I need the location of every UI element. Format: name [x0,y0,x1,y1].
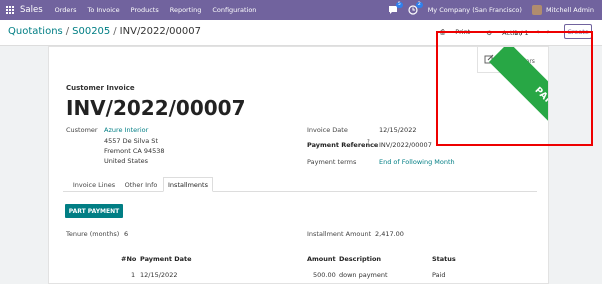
address-line1: 4557 De Silva St [104,137,158,145]
activity-count-badge: 2 [415,2,423,8]
invoice-date-value[interactable]: 12/15/2022 [379,126,416,134]
part-payment-button[interactable]: PART PAYMENT [65,204,123,218]
notebook-tabs: Invoice Lines Other Info Installments [63,177,537,192]
top-navbar: Sales Orders To Invoice Products Reporti… [0,0,602,20]
menu-configuration[interactable]: Configuration [212,6,256,14]
column-amount[interactable]: Amount [307,255,336,263]
chat-count-badge: 5 [395,2,403,8]
breadcrumb-current: INV/2022/00007 [119,26,201,37]
menu-reporting[interactable]: Reporting [170,6,202,14]
activity-clock-icon[interactable]: 2 [408,2,423,15]
apps-menu-icon[interactable] [0,0,20,20]
column-no[interactable]: #No [121,255,136,263]
help-tooltip-icon[interactable]: ? [367,139,370,145]
company-switcher[interactable]: My Company (San Francisco) [428,6,522,14]
chat-icon[interactable]: 5 [388,2,403,15]
column-payment-date[interactable]: Payment Date [140,255,192,263]
user-avatar[interactable] [531,5,542,15]
invoice-number-title: INV/2022/00007 [66,96,246,120]
menu-to-invoice[interactable]: To Invoice [87,6,119,14]
column-description[interactable]: Description [339,255,381,263]
user-menu[interactable]: Mitchell Admin [546,6,594,14]
row1-no: 1 [131,271,136,279]
column-status[interactable]: Status [432,255,456,263]
menu-orders[interactable]: Orders [55,6,77,14]
row1-amount: 500.00 [313,271,336,279]
customer-name-link[interactable]: Azure Interior [104,126,148,134]
tab-other-info[interactable]: Other Info [119,177,163,192]
payment-terms-value[interactable]: End of Following Month [379,158,455,166]
breadcrumb-quotations[interactable]: Quotations [8,26,63,37]
tab-invoice-lines[interactable]: Invoice Lines [69,177,119,192]
breadcrumb-sale-order[interactable]: S00205 [72,26,110,37]
tenure-value[interactable]: 6 [124,230,128,238]
row1-description: down payment [339,271,388,279]
payment-terms-label: Payment terms [307,158,357,166]
document-type: Customer Invoice [66,84,135,92]
address-line3: United States [104,157,149,165]
row1-status: Paid [432,271,446,279]
highlight-annotation-box [436,31,593,146]
row1-payment-date: 12/15/2022 [140,271,178,279]
invoice-date-label: Invoice Date [307,126,348,134]
installment-amount-value[interactable]: 2,417.00 [375,230,404,238]
menu-products[interactable]: Products [131,6,159,14]
tenure-label: Tenure (months) [66,230,120,238]
customer-label: Customer [66,126,98,134]
payment-reference-value[interactable]: INV/2022/00007 [379,141,432,149]
tab-installments[interactable]: Installments [163,177,213,192]
address-line2: Fremont CA 94538 [104,147,165,155]
installment-amount-label: Installment Amount [307,230,372,238]
breadcrumb: Quotations / S00205/INV/2022/00007 [8,26,201,37]
app-brand[interactable]: Sales [20,5,43,15]
